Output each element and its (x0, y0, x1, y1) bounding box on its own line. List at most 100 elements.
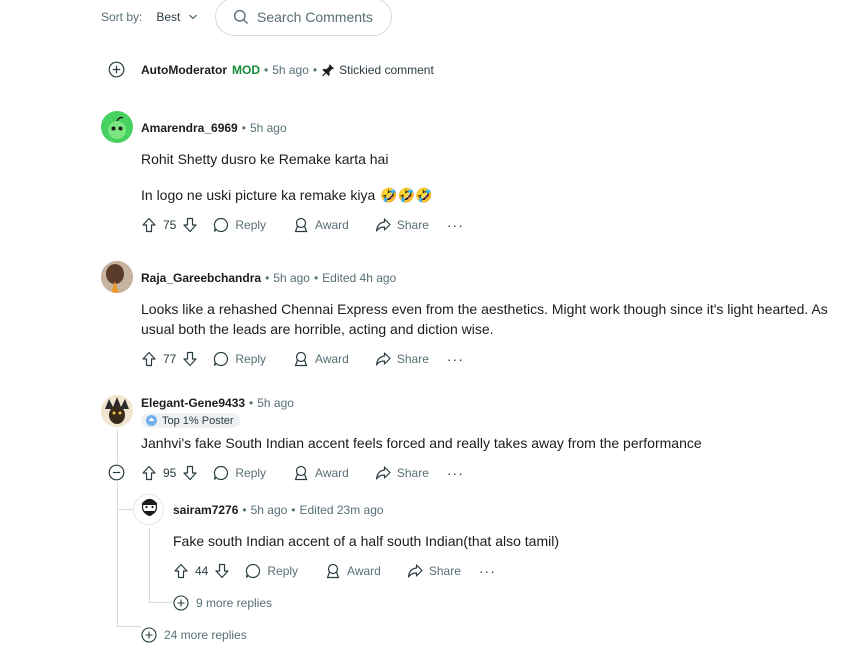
vote-control: 77 (141, 351, 198, 367)
comment-actions: 75 Reply Award Share ··· (141, 215, 464, 235)
expand-plus-icon (141, 627, 157, 643)
award-label: Award (347, 564, 381, 578)
poster-badge-icon (146, 415, 157, 426)
comment-actions: 77 Reply Award Share ··· (141, 349, 464, 369)
edited-timestamp: Edited 4h ago (322, 271, 397, 285)
more-replies-label: 9 more replies (196, 596, 273, 610)
award-button[interactable]: Award (293, 465, 349, 481)
more-options-icon[interactable]: ··· (447, 217, 464, 233)
search-comments-input[interactable]: Search Comments (215, 0, 392, 36)
comment-bubble-icon (214, 351, 229, 367)
reply-label: Reply (235, 466, 267, 480)
timestamp: 5h ago (249, 121, 287, 135)
user-avatar-image (101, 261, 133, 293)
vote-count: 44 (195, 564, 209, 578)
username[interactable]: sairam7276 (173, 503, 238, 517)
comment-text: Looks like a rehashed Chennai Express ev… (141, 301, 828, 317)
edited-timestamp: Edited 23m ago (299, 503, 384, 517)
separator-dot: • (291, 503, 296, 517)
award-button[interactable]: Award (293, 351, 349, 367)
share-button[interactable]: Share (375, 465, 429, 481)
separator-dot: • (249, 396, 254, 410)
separator-dot: • (265, 271, 270, 285)
reply-label: Reply (267, 564, 299, 578)
avatar[interactable] (133, 494, 164, 525)
separator-dot: • (264, 63, 269, 77)
thread-line-branch (117, 509, 133, 510)
search-icon (233, 9, 248, 24)
timestamp: 5h ago (273, 271, 310, 285)
share-label: Share (396, 466, 429, 480)
avatar[interactable] (101, 261, 133, 293)
upvote-icon[interactable] (141, 351, 157, 367)
snoo-avatar-icon (108, 116, 126, 139)
separator-dot: • (312, 63, 318, 77)
user-avatar-image (101, 395, 133, 427)
award-icon (326, 563, 340, 579)
pin-icon (322, 64, 335, 77)
flair-text: Top 1% Poster (162, 414, 234, 427)
username[interactable]: AutoModerator (141, 63, 227, 77)
sort-dropdown[interactable]: Sort by: Best (101, 10, 198, 24)
share-icon (375, 466, 391, 480)
reply-actions: 44 Reply Award Share ··· (173, 561, 496, 581)
vote-count: 95 (163, 466, 177, 480)
more-replies-label: 24 more replies (164, 628, 247, 642)
search-placeholder: Search Comments (257, 9, 373, 25)
comment-meta: Raja_Gareebchandra • 5h ago • Edited 4h … (141, 271, 396, 285)
more-options-icon[interactable]: ··· (447, 351, 464, 367)
more-replies-link[interactable]: 9 more replies (173, 595, 272, 611)
comment-bubble-icon (214, 217, 229, 233)
comment-meta: Elegant-Gene9433 • 5h ago (141, 396, 294, 410)
vote-count: 75 (163, 218, 177, 232)
separator-dot: • (313, 271, 319, 285)
expand-plus-icon (173, 595, 189, 611)
share-button[interactable]: Share (375, 217, 429, 233)
upvote-icon[interactable] (141, 217, 157, 233)
more-replies-link[interactable]: 24 more replies (141, 627, 247, 643)
thread-line-branch (117, 626, 141, 627)
reply-button[interactable]: Reply (213, 217, 266, 233)
downvote-icon[interactable] (182, 217, 198, 233)
upvote-icon[interactable] (173, 563, 189, 579)
reply-button[interactable]: Reply (245, 563, 298, 579)
award-label: Award (315, 218, 349, 232)
vote-control: 44 (173, 563, 230, 579)
award-button[interactable]: Award (325, 563, 381, 579)
expand-comment-icon[interactable] (108, 61, 125, 78)
stickied-label: Stickied comment (339, 63, 434, 77)
thread-line (117, 482, 118, 627)
more-options-icon[interactable]: ··· (447, 465, 464, 481)
share-button[interactable]: Share (407, 563, 461, 579)
username[interactable]: Raja_Gareebchandra (141, 271, 261, 285)
reply-button[interactable]: Reply (213, 465, 266, 481)
award-icon (294, 217, 308, 233)
share-label: Share (428, 564, 461, 578)
comment-text: In logo ne uski picture ka remake kiya 🤣… (141, 185, 433, 205)
separator-dot: • (242, 503, 247, 517)
downvote-icon[interactable] (182, 351, 198, 367)
comment-text: Janhvi's fake South Indian accent feels … (141, 435, 702, 451)
award-button[interactable]: Award (293, 217, 349, 233)
username[interactable]: Amarendra_6969 (141, 121, 238, 135)
upvote-icon[interactable] (141, 465, 157, 481)
reply-label: Reply (235, 218, 267, 232)
avatar[interactable] (101, 395, 133, 427)
username[interactable]: Elegant-Gene9433 (141, 396, 245, 410)
downvote-icon[interactable] (214, 563, 230, 579)
comment-actions: 95 Reply Award Share ··· (141, 463, 464, 483)
collapse-thread-icon[interactable] (108, 464, 125, 481)
sort-value: Best (156, 10, 181, 24)
vote-count: 77 (163, 352, 177, 366)
more-options-icon[interactable]: ··· (479, 563, 496, 579)
timestamp: 5h ago (250, 503, 288, 517)
avatar[interactable] (101, 111, 133, 143)
share-button[interactable]: Share (375, 351, 429, 367)
award-icon (294, 465, 308, 481)
reply-button[interactable]: Reply (213, 351, 266, 367)
comment-text: usual both the leads are horrible, actin… (141, 321, 494, 337)
mod-tag: MOD (232, 63, 260, 77)
timestamp: 5h ago (272, 63, 309, 77)
downvote-icon[interactable] (182, 465, 198, 481)
comment-bubble-icon (246, 563, 261, 579)
